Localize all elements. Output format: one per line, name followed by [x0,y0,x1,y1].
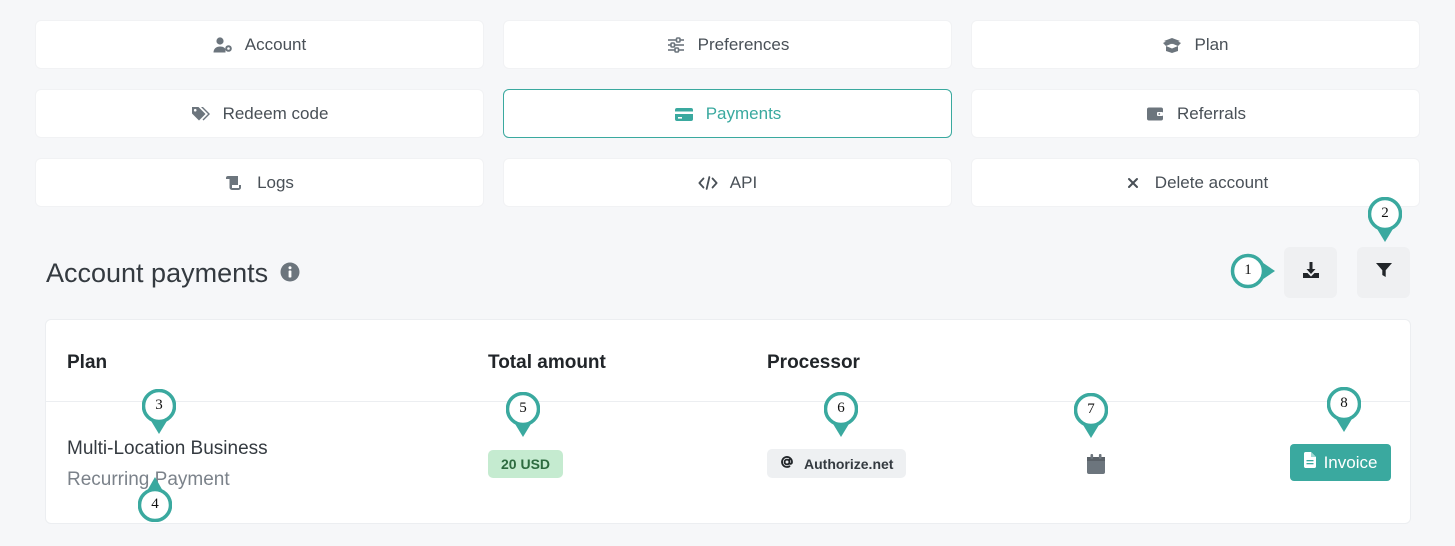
nav-payments-label: Payments [705,103,782,123]
nav-preferences-label: Preferences [697,34,790,54]
nav-account-label: Account [244,34,307,54]
calendar-icon[interactable] [1086,453,1106,475]
marker-4: 4 [138,474,172,522]
close-icon [1123,174,1143,192]
payments-table: Plan Total amount Processor Multi-Locati… [45,319,1411,524]
nav-logs-label: Logs [257,172,294,192]
marker-7-label: 7 [1087,401,1095,417]
user-cog-icon [213,36,233,54]
processor-name: Authorize.net [804,455,894,472]
invoice-button[interactable]: Invoice [1290,444,1391,481]
marker-6: 6 [824,392,858,437]
wallet-icon [1145,105,1165,123]
marker-5: 5 [506,392,540,437]
nav-account-button[interactable]: Account [35,20,484,69]
settings-nav: Account Preferences Plan Redeem code Pay… [35,20,1421,207]
marker-3: 3 [142,389,176,434]
nav-preferences-button[interactable]: Preferences [503,20,952,69]
header-divider [46,401,1410,402]
credit-card-icon [674,105,694,123]
nav-plan-button[interactable]: Plan [971,20,1420,69]
filter-button[interactable] [1357,247,1410,298]
nav-referrals-label: Referrals [1177,103,1246,123]
marker-8-label: 8 [1340,395,1348,411]
box-open-icon [1162,36,1182,54]
nav-payments-button[interactable]: Payments [503,89,952,138]
nav-redeem-label: Redeem code [222,103,329,123]
invoice-label: Invoice [1323,452,1378,472]
column-header-total-amount: Total amount [488,352,606,373]
nav-delete-account-label: Delete account [1154,172,1269,192]
code-icon [698,174,718,192]
nav-logs-button[interactable]: Logs [35,158,484,207]
nav-api-button[interactable]: API [503,158,952,207]
marker-6-label: 6 [837,400,845,416]
nav-plan-label: Plan [1194,34,1229,54]
nav-api-label: API [729,172,758,192]
marker-5-label: 5 [519,400,527,416]
nav-redeem-button[interactable]: Redeem code [35,89,484,138]
sliders-icon [666,36,686,54]
marker-7: 7 [1074,393,1108,438]
marker-2-label: 2 [1381,205,1389,221]
nav-delete-account-button[interactable]: Delete account [971,158,1420,207]
processor-badge: Authorize.net [767,449,907,478]
file-invoice-icon [1303,452,1316,473]
info-icon[interactable] [280,258,300,289]
page-title-text: Account payments [46,258,269,288]
column-header-plan: Plan [67,352,108,373]
column-header-processor: Processor [767,352,860,373]
scroll-icon [225,174,245,192]
nav-referrals-button[interactable]: Referrals [971,89,1420,138]
plan-name: Multi-Location Business [67,438,268,459]
at-sign-icon [780,455,794,472]
marker-8: 8 [1327,387,1361,432]
marker-4-label: 4 [151,496,159,512]
page-title: Account payments [46,258,300,289]
marker-3-label: 3 [155,397,163,413]
download-icon [1302,261,1320,284]
amount-badge: 20 USD [488,450,564,478]
marker-1-label: 1 [1244,262,1252,278]
marker-1: 1 [1230,253,1278,289]
filter-icon [1375,261,1393,284]
marker-2: 2 [1368,197,1402,242]
tags-icon [191,105,211,123]
download-button[interactable] [1284,247,1337,298]
